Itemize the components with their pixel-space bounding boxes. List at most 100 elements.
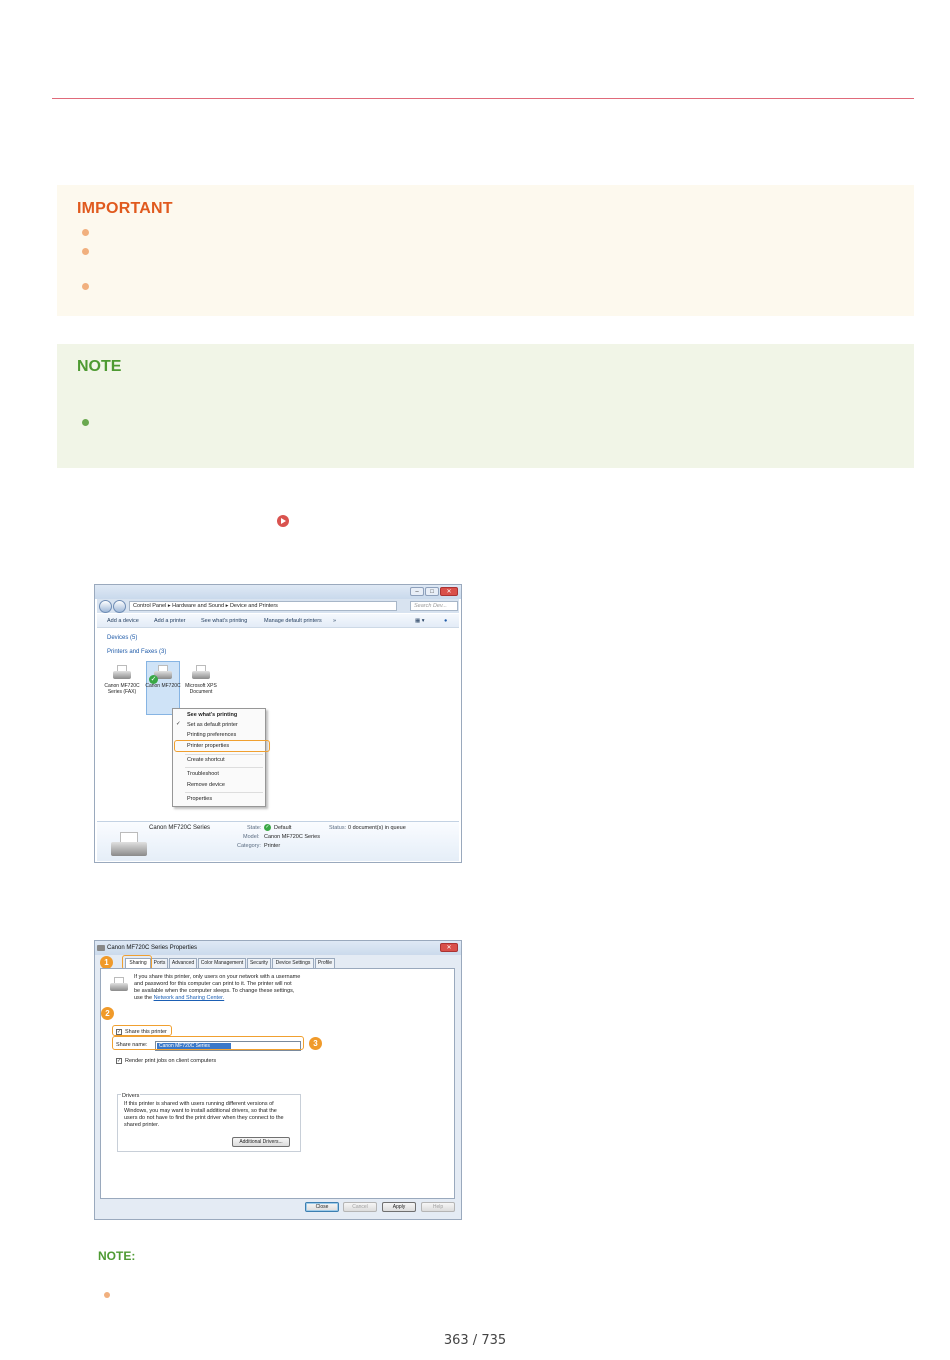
state-value: Default (274, 825, 292, 831)
step-badge-2: 2 (101, 1007, 114, 1020)
note2-heading: NOTE: (98, 1249, 136, 1263)
printer-small-icon (97, 945, 105, 951)
group-devices[interactable]: Devices (5) (107, 635, 137, 641)
note-box: NOTE (57, 344, 914, 468)
back-icon[interactable] (99, 600, 112, 613)
add-device-button[interactable]: Add a device (107, 614, 139, 628)
category-label: Category: (237, 843, 261, 849)
manage-default-button[interactable]: Manage default printers (264, 614, 322, 628)
default-check-icon: ✓ (149, 675, 158, 684)
drivers-line-3: users do not have to find the print driv… (124, 1115, 284, 1121)
address-field[interactable]: Control Panel ▸ Hardware and Sound ▸ Dev… (129, 601, 397, 611)
devices-and-printers-window: – □ ✕ Control Panel ▸ Hardware and Sound… (94, 584, 462, 863)
network-sharing-center-link[interactable]: Network and Sharing Center. (154, 995, 225, 1001)
large-printer-icon (111, 832, 147, 858)
intro-line-4: use the Network and Sharing Center. (134, 995, 224, 1002)
important-bullet-1 (82, 229, 89, 236)
checkmark-icon: ✓ (176, 721, 181, 727)
menu-properties[interactable]: Properties (187, 796, 212, 802)
close-button[interactable]: Close (305, 1202, 339, 1212)
category-value: Printer (264, 843, 281, 849)
printer-icon (191, 665, 211, 681)
apply-button[interactable]: Apply (382, 1202, 416, 1212)
render-jobs-checkbox[interactable]: ✓ (116, 1058, 122, 1064)
menu-separator (185, 767, 263, 768)
tab-profile[interactable]: Profile (315, 958, 335, 968)
important-heading: IMPORTANT (77, 200, 173, 217)
note-heading: NOTE (77, 358, 122, 375)
drivers-line-1: If this printer is shared with users run… (124, 1101, 274, 1107)
forward-icon[interactable] (113, 600, 126, 613)
header-rule (52, 98, 914, 99)
window-titlebar: – □ ✕ (95, 585, 461, 599)
add-printer-button[interactable]: Add a printer (154, 614, 186, 628)
minimize-icon[interactable]: – (410, 587, 424, 596)
view-options-icon[interactable]: ▦ ▾ (415, 614, 425, 628)
search-input[interactable]: Search Dev... (410, 601, 458, 611)
cancel-button[interactable]: Cancel (343, 1202, 377, 1212)
link-arrow-icon[interactable] (277, 515, 289, 527)
menu-see-printing[interactable]: See what's printing (187, 712, 237, 718)
intro-line-3: be available when the computer sleeps. T… (134, 988, 295, 994)
details-pane: Canon MF720C Series State: ✓ Default Sta… (97, 821, 459, 861)
status-label: Status: (329, 825, 347, 831)
intro-line-1: If you share this printer, only users on… (134, 974, 301, 980)
properties-tabs: Sharing Ports Advanced Color Management … (99, 958, 459, 968)
additional-drivers-button[interactable]: Additional Drivers... (232, 1137, 290, 1147)
device-label: Canon MF720C (145, 683, 181, 689)
model-value: Canon MF720C Series (264, 834, 320, 840)
device-label: Canon MF720C Series (FAX) (104, 683, 140, 695)
intro-line-2: and password for this computer can print… (134, 981, 292, 987)
menu-separator (185, 754, 263, 755)
model-label: Model: (243, 834, 260, 840)
more-button[interactable]: » (333, 614, 336, 628)
device-canon-fax[interactable]: Canon MF720C Series (FAX) (104, 665, 140, 695)
share-name-highlight (112, 1036, 304, 1050)
state-label: State: (247, 825, 262, 831)
state-check-icon: ✓ (264, 824, 271, 831)
drivers-line-2: Windows, you may want to install additio… (124, 1108, 277, 1114)
share-printer-highlight (112, 1025, 172, 1036)
close-icon[interactable]: ✕ (440, 587, 458, 596)
printer-properties-highlight (174, 740, 270, 752)
menu-printing-preferences[interactable]: Printing preferences (187, 732, 236, 738)
menu-remove-device[interactable]: Remove device (187, 782, 225, 788)
tab-color-management[interactable]: Color Management (198, 958, 246, 968)
address-bar: Control Panel ▸ Hardware and Sound ▸ Dev… (97, 599, 459, 613)
step-badge-3: 3 (309, 1037, 322, 1050)
drivers-line-4: shared printer. (124, 1122, 160, 1128)
tab-ports[interactable]: Ports (151, 958, 168, 968)
menu-create-shortcut[interactable]: Create shortcut (187, 757, 225, 763)
drivers-group: Drivers If this printer is shared with u… (117, 1093, 301, 1152)
tab-advanced[interactable]: Advanced (169, 958, 197, 968)
menu-troubleshoot[interactable]: Troubleshoot (187, 771, 219, 777)
menu-separator (185, 792, 263, 793)
maximize-icon[interactable]: □ (425, 587, 439, 596)
help-button[interactable]: Help (421, 1202, 455, 1212)
menu-set-default[interactable]: Set as default printer (187, 722, 238, 728)
properties-title: Canon MF720C Series Properties (107, 945, 198, 951)
details-printer-name: Canon MF720C Series (149, 825, 211, 831)
device-label: Microsoft XPS Document (185, 683, 217, 695)
page-number: 363 / 735 (443, 1333, 507, 1348)
see-printing-button[interactable]: See what's printing (201, 614, 247, 628)
important-bullet-2 (82, 248, 89, 255)
close-icon[interactable]: ✕ (440, 943, 458, 952)
note-bullet-1 (82, 419, 89, 426)
device-xps[interactable]: Microsoft XPS Document (183, 665, 219, 695)
important-bullet-3 (82, 283, 89, 290)
group-printers[interactable]: Printers and Faxes (3) (107, 649, 166, 655)
sharing-panel: If you share this printer, only users on… (100, 968, 455, 1199)
status-value: 0 document(s) in queue (348, 825, 406, 831)
shared-printer-icon (109, 977, 129, 993)
tab-device-settings[interactable]: Device Settings (272, 958, 314, 968)
important-box: IMPORTANT (57, 185, 914, 316)
printer-icon (112, 665, 132, 681)
properties-titlebar: Canon MF720C Series Properties ✕ (95, 941, 461, 955)
note2-bullet (104, 1292, 110, 1298)
render-jobs-label: Render print jobs on client computers (125, 1058, 217, 1064)
intro-prefix: use the (134, 995, 153, 1001)
tab-security[interactable]: Security (247, 958, 271, 968)
command-toolbar: Add a device Add a printer See what's pr… (97, 614, 459, 628)
help-icon[interactable]: ● (444, 614, 447, 628)
